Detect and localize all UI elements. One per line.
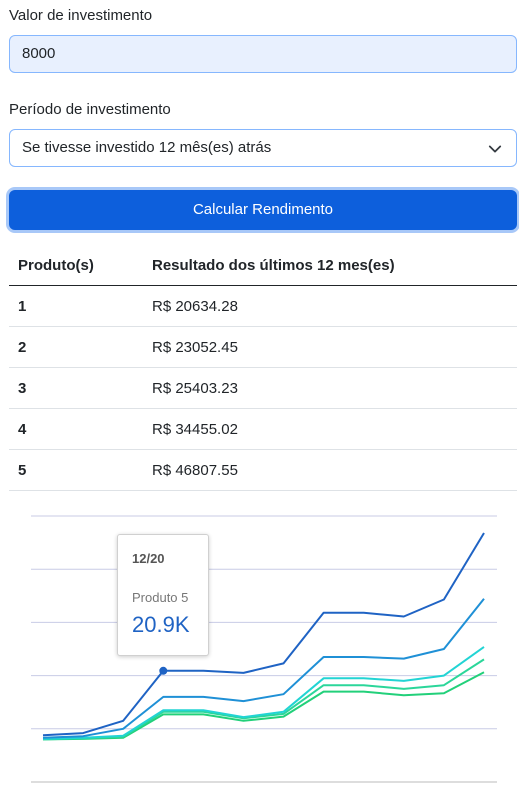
row-result: R$ 25403.23 [143, 367, 517, 409]
series-line-2[interactable] [42, 658, 485, 741]
row-product: 3 [9, 367, 143, 409]
amount-input[interactable]: 8000 [9, 35, 517, 73]
chevron-down-icon [488, 145, 502, 153]
row-product: 2 [9, 326, 143, 368]
results-table: Produto(s) Resultado dos últimos 12 mes(… [9, 245, 517, 491]
row-product: 1 [9, 285, 143, 327]
chart-tooltip: 12/20 Produto 5 20.9K [117, 534, 209, 656]
series-line-5[interactable] [42, 532, 485, 737]
header-product: Produto(s) [9, 245, 143, 286]
table-row: 2 R$ 23052.45 [9, 326, 517, 368]
period-label: Período de investimento [9, 101, 171, 118]
tooltip-value: 20.9K [132, 612, 190, 637]
row-product: 4 [9, 408, 143, 450]
period-select[interactable]: Se tivesse investido 12 mês(es) atrás [9, 129, 517, 167]
calculate-button[interactable]: Calcular Rendimento [9, 190, 517, 230]
period-select-value: Se tivesse investido 12 mês(es) atrás [22, 139, 272, 156]
table-row: 4 R$ 34455.02 [9, 408, 517, 450]
table-row: 3 R$ 25403.23 [9, 367, 517, 409]
row-result: R$ 46807.55 [143, 449, 517, 491]
tooltip-date: 12/20 [132, 551, 165, 566]
tooltip-series: Produto 5 [132, 590, 189, 605]
table-row: 5 R$ 46807.55 [9, 449, 517, 491]
series-line-1[interactable] [42, 671, 485, 741]
row-result: R$ 23052.45 [143, 326, 517, 368]
amount-label: Valor de investimento [9, 7, 153, 24]
row-product: 5 [9, 449, 143, 491]
table-row: 1 R$ 20634.28 [9, 285, 517, 327]
header-result: Resultado dos últimos 12 mes(es) [143, 245, 517, 286]
row-result: R$ 20634.28 [143, 285, 517, 327]
investment-line-chart[interactable] [0, 500, 519, 800]
table-header-row: Produto(s) Resultado dos últimos 12 mes(… [9, 245, 517, 286]
hover-point[interactable] [159, 666, 168, 675]
row-result: R$ 34455.02 [143, 408, 517, 450]
